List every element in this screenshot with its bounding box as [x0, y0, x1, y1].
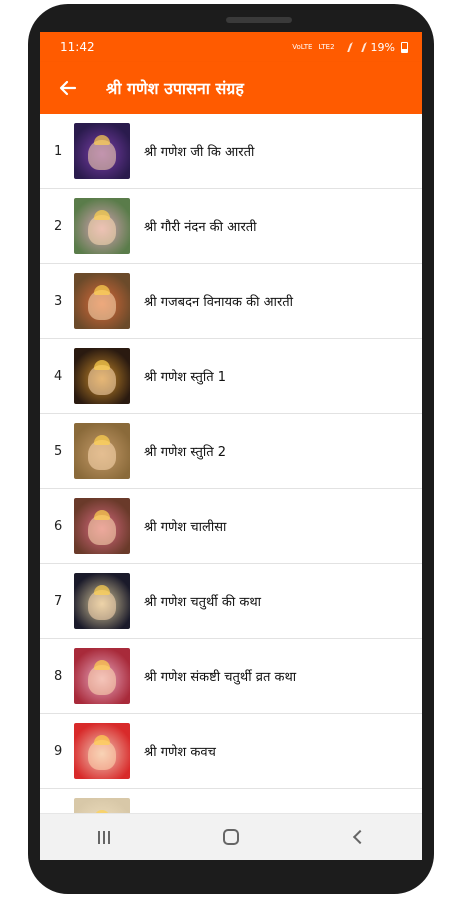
item-number: 6	[54, 518, 63, 534]
item-number: 4	[54, 368, 63, 384]
app-toolbar: श्री गणेश उपासना संग्रह	[40, 62, 422, 114]
volte-indicator: VoLTE	[292, 43, 313, 51]
back-nav-button[interactable]	[338, 817, 378, 857]
status-bar: 11:42 VoLTE LTE2 19%	[40, 32, 422, 62]
item-thumbnail	[74, 123, 130, 179]
back-nav-icon	[353, 829, 368, 845]
list-item[interactable]: 3 श्री गजबदन विनायक की आरती	[40, 264, 422, 339]
item-label: श्री गणेश स्तुति 2	[144, 445, 227, 460]
item-label: श्री गणेश चालीसा	[144, 520, 227, 535]
item-thumbnail	[74, 198, 130, 254]
item-label: श्री गणेश स्तुति 1	[144, 370, 227, 385]
list-item[interactable]: 5 श्री गणेश स्तुति 2	[40, 414, 422, 489]
signal-icon-2	[352, 42, 367, 52]
page-title: श्री गणेश उपासना संग्रह	[106, 79, 244, 98]
home-icon	[222, 829, 239, 845]
battery-icon	[401, 41, 408, 53]
list-item[interactable]: 9 श्री गणेश कवच	[40, 714, 422, 789]
list-item[interactable]: 1 श्री गणेश जी कि आरती	[40, 114, 422, 189]
item-number: 8	[54, 668, 63, 684]
list-item[interactable]: 7 श्री गणेश चतुर्थी की कथा	[40, 564, 422, 639]
list-item[interactable]: 8 श्री गणेश संकष्टी चतुर्थी व्रत कथा	[40, 639, 422, 714]
item-thumbnail	[74, 573, 130, 629]
item-label: श्री गणेश कवच	[144, 745, 216, 760]
recents-icon	[97, 830, 110, 844]
item-thumbnail	[74, 648, 130, 704]
item-thumbnail	[74, 498, 130, 554]
item-thumbnail	[74, 723, 130, 779]
status-indicators: VoLTE LTE2 19%	[292, 41, 408, 54]
arrow-left-icon[interactable]	[56, 76, 80, 100]
item-number: 7	[54, 593, 63, 609]
status-time: 11:42	[60, 40, 95, 54]
item-thumbnail	[74, 423, 130, 479]
aarti-list[interactable]: 1 श्री गणेश जी कि आरती 2 श्री गौरी नंदन की …	[40, 114, 422, 860]
app-screen: 11:42 VoLTE LTE2 19% श्री गणेश उपासना सं…	[40, 32, 422, 860]
item-label: श्री गणेश संकष्टी चतुर्थी व्रत कथा	[144, 670, 297, 685]
item-label: श्री गणेश चतुर्थी की कथा	[144, 595, 262, 610]
recents-button[interactable]	[84, 817, 124, 857]
item-label: श्री गणेश जी कि आरती	[144, 145, 255, 160]
list-item[interactable]: 6 श्री गणेश चालीसा	[40, 489, 422, 564]
item-label: श्री गजबदन विनायक की आरती	[144, 295, 294, 310]
item-label: श्री गौरी नंदन की आरती	[144, 220, 257, 235]
speaker-grille	[226, 17, 292, 23]
system-nav-bar	[40, 813, 422, 860]
item-number: 9	[54, 743, 63, 759]
item-number: 2	[54, 218, 63, 234]
item-number: 5	[54, 443, 63, 459]
battery-percent: 19%	[370, 40, 395, 54]
item-thumbnail	[74, 348, 130, 404]
lte-indicator: LTE2	[318, 43, 335, 51]
item-number: 3	[54, 293, 63, 309]
item-thumbnail	[74, 273, 130, 329]
list-item[interactable]: 2 श्री गौरी नंदन की आरती	[40, 189, 422, 264]
home-button[interactable]	[211, 817, 251, 857]
signal-icon	[338, 42, 353, 52]
list-item[interactable]: 4 श्री गणेश स्तुति 1	[40, 339, 422, 414]
item-number: 1	[54, 143, 63, 159]
